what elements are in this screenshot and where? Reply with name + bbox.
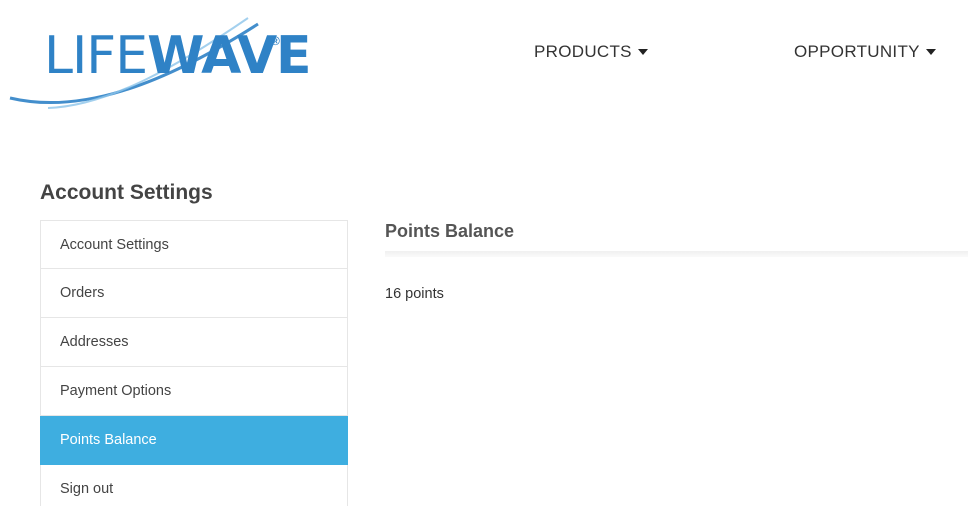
sidebar-item-orders[interactable]: Orders <box>40 269 348 318</box>
sidebar-item-points-balance[interactable]: Points Balance <box>40 416 348 465</box>
page: LIFEWAVE ® PRODUCTS OPPORTUNITY Account … <box>0 0 968 506</box>
sidebar-item-label: Account Settings <box>60 236 169 253</box>
sidebar-item-account-settings[interactable]: Account Settings <box>40 220 348 269</box>
page-title: Account Settings <box>40 181 213 204</box>
content-divider <box>385 251 968 257</box>
nav-products-menu[interactable]: PRODUCTS <box>534 40 648 64</box>
sidebar-item-label: Points Balance <box>60 432 157 448</box>
caret-down-icon <box>925 49 936 55</box>
points-balance-value: 16 points <box>385 286 444 302</box>
caret-down-icon <box>637 49 648 55</box>
nav-products-label: PRODUCTS <box>534 42 632 61</box>
logo-wordmark-bold: WAVE <box>147 26 312 86</box>
registered-mark: ® <box>271 34 280 48</box>
logo-wordmark-light: LIFE <box>44 26 148 86</box>
nav-opportunity-menu[interactable]: OPPORTUNITY <box>794 40 936 64</box>
nav-opportunity-label: OPPORTUNITY <box>794 42 920 61</box>
sidebar-item-payment-options[interactable]: Payment Options <box>40 367 348 416</box>
account-sidebar: Account Settings Orders Addresses Paymen… <box>40 220 348 506</box>
content-title: Points Balance <box>385 221 515 241</box>
sidebar-item-sign-out[interactable]: Sign out <box>40 465 348 506</box>
lifewave-logo[interactable]: LIFEWAVE ® <box>8 6 312 114</box>
sidebar-item-label: Addresses <box>60 334 129 350</box>
sidebar-item-label: Orders <box>60 285 105 301</box>
sidebar-item-label: Sign out <box>60 481 114 497</box>
sidebar-item-addresses[interactable]: Addresses <box>40 318 348 367</box>
sidebar-item-label: Payment Options <box>60 383 172 399</box>
